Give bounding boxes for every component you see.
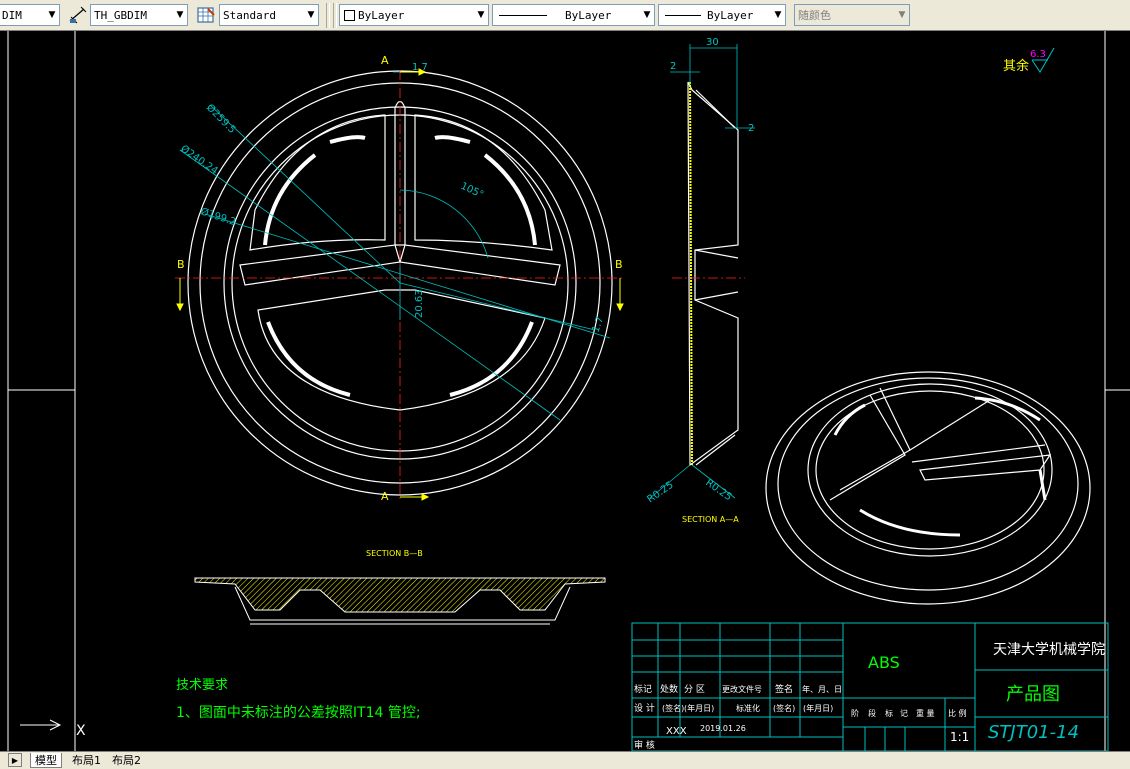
tech-requirements-title: 技术要求	[176, 678, 228, 693]
isometric-view[interactable]	[765, 371, 1091, 605]
drawing-name-label: 产品图	[1006, 684, 1060, 705]
front-view-dimension-labels: 1.7 Ø259.5 Ø240.24 Ø199.2 105° 20.63 1.7	[178, 62, 606, 334]
tb-standardize: 标准化	[736, 703, 760, 713]
chevron-down-icon: ▼	[643, 10, 651, 20]
plotstyle-value: 随颜色	[798, 9, 831, 22]
scale-label: 1:1	[950, 730, 969, 744]
tech-requirements-item: 1、图面中未标注的公差按照IT14 管控;	[176, 705, 421, 721]
tab-scroll-right-icon[interactable]: ▶	[8, 753, 22, 767]
color-value: ByLayer	[358, 8, 405, 22]
side-view[interactable]	[687, 81, 739, 467]
tab-layout1[interactable]: 布局1	[68, 753, 105, 768]
dim-diameter-259: Ø259.5	[204, 102, 238, 136]
linetype-value: ByLayer	[565, 8, 612, 22]
linetype-combo[interactable]: ByLayer ▼	[492, 4, 655, 26]
lineweight-sample-icon	[665, 14, 701, 16]
dim-1-7-side: 1.7	[590, 315, 606, 334]
chevron-down-icon: ▼	[774, 10, 782, 20]
chevron-down-icon: ▼	[48, 10, 56, 20]
tab-model[interactable]: 模型	[30, 753, 62, 768]
chevron-down-icon: ▼	[477, 10, 485, 20]
dimstyle-value: DIM	[2, 8, 22, 22]
tb-scale-header: 比 例	[948, 708, 967, 718]
dim-diameter-240: Ø240.24	[178, 143, 220, 177]
color-swatch-icon	[344, 9, 355, 21]
dim-30: 30	[706, 37, 719, 48]
section-mark-a-bottom: A	[381, 490, 389, 503]
chevron-down-icon: ▼	[307, 10, 315, 20]
side-view-dimension-labels: 30 2 2 R0.25 R0.25	[645, 37, 754, 505]
lineweight-combo[interactable]: ByLayer ▼	[658, 4, 786, 26]
tb-design: 设 计	[634, 702, 655, 714]
roughness-label: 其余	[1003, 58, 1029, 74]
tb-review: 审 核	[634, 739, 655, 751]
school-label: 天津大学机械学院	[993, 642, 1105, 658]
roughness-symbol: 其余 6.3	[1003, 47, 1055, 74]
tb-header-change-file: 更改文件号	[722, 684, 762, 694]
layout-tabs-bar: ▶ 模型 布局1 布局2	[0, 751, 1130, 769]
chevron-down-icon: ▼	[176, 10, 184, 20]
designer-name: XXX	[666, 726, 687, 737]
properties-toolbar: DIM ▼ TH_GBDIM ▼ Standard ▼ ByLayer ▼ By…	[0, 0, 1130, 31]
tb-stage-4: 记	[900, 709, 908, 718]
section-bb-label: SECTION B—B	[366, 549, 423, 558]
chevron-down-icon: ▼	[898, 10, 906, 20]
section-mark-b-left: B	[177, 258, 185, 271]
toolbar-separator	[326, 3, 330, 28]
dim-angle: 105°	[459, 181, 485, 201]
section-aa-label: SECTION A—A	[682, 515, 739, 524]
tb-header-count: 处数	[660, 683, 678, 695]
tb-header-zone: 分 区	[684, 684, 705, 695]
side-view-dimensions	[649, 44, 755, 499]
dimstyle-name-combo[interactable]: TH_GBDIM ▼	[90, 4, 188, 26]
linetype-sample-icon	[499, 14, 547, 16]
table-style-icon[interactable]	[196, 5, 216, 25]
plotstyle-combo[interactable]: 随颜色 ▼	[794, 4, 910, 26]
table-style-value: Standard	[223, 8, 276, 22]
svg-text:X: X	[76, 723, 86, 739]
dim-20-63: 20.63	[414, 289, 425, 318]
tb-header-date: 年、月、日	[802, 684, 842, 694]
dimstyle-name-value: TH_GBDIM	[94, 8, 147, 22]
drawing-code-label: STJT01-14	[988, 722, 1079, 743]
tb-design-date: (年月日)	[684, 703, 714, 713]
tb-header-mark: 标记	[634, 683, 652, 695]
tb-design-sign: (签名)	[662, 703, 684, 713]
section-mark-a-top: A	[381, 54, 389, 67]
dimension-style-icon[interactable]	[68, 5, 88, 25]
dim-diameter-199: Ø199.2	[199, 205, 237, 228]
ucs-icon: X	[20, 719, 86, 739]
tb-standardize-date: (年月日)	[803, 703, 833, 713]
color-combo[interactable]: ByLayer ▼	[339, 4, 489, 26]
title-block-text: ABS 天津大学机械学院 产品图 STJT01-14 1:1 XXX 2019.…	[634, 642, 1105, 751]
tb-stage-1: 阶	[851, 708, 859, 718]
tb-header-sign: 签名	[775, 683, 793, 695]
dim-2-right: 2	[748, 123, 754, 134]
material-label: ABS	[868, 653, 900, 672]
section-mark-b-right: B	[615, 258, 623, 271]
table-style-combo[interactable]: Standard ▼	[219, 4, 319, 26]
dim-r025-right: R0.25	[703, 477, 733, 503]
tab-layout2[interactable]: 布局2	[108, 753, 145, 768]
dim-r025-left: R0.25	[645, 480, 675, 506]
tb-weight: 重 量	[916, 708, 935, 718]
toolbar-separator	[333, 3, 337, 28]
tb-standardize-sign: (签名)	[773, 703, 795, 713]
dim-2-top: 2	[670, 61, 676, 72]
dimstyle-combo[interactable]: DIM ▼	[0, 4, 60, 26]
drawing-canvas[interactable]: 1.7 Ø259.5 Ø240.24 Ø199.2 105° 20.63 1.7…	[0, 31, 1130, 751]
tb-stage-3: 标	[885, 708, 893, 718]
roughness-value: 6.3	[1030, 49, 1046, 60]
tb-stage-2: 段	[868, 708, 876, 718]
design-date: 2019.01.26	[700, 724, 746, 733]
lineweight-value: ByLayer	[707, 8, 754, 22]
section-bb-view[interactable]	[194, 577, 606, 625]
